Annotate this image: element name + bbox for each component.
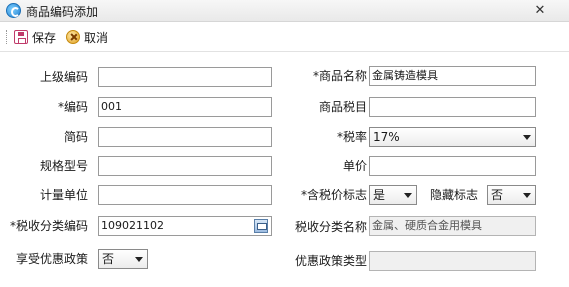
enjoy-preferential-select[interactable]: 否	[98, 249, 148, 269]
spec-model-label: 规格型号	[39, 159, 88, 173]
tax-class-name-field: 金属、硬质合金用模具	[369, 216, 536, 236]
preferential-type-label: 优惠政策类型	[294, 254, 367, 268]
save-icon	[14, 30, 28, 44]
enjoy-preferential-value: 否	[102, 252, 115, 266]
unit-price-input[interactable]	[369, 156, 536, 176]
tax-class-code-value: 109021102	[101, 219, 164, 232]
spec-model-input[interactable]	[98, 156, 272, 176]
toolbar-grip-icon	[6, 30, 8, 44]
tax-class-name-label: 税收分类名称	[294, 220, 367, 234]
chevron-down-icon	[523, 193, 531, 198]
app-logo-icon	[6, 3, 21, 18]
unit-input[interactable]	[98, 185, 272, 205]
toolbar: 保存 取消	[0, 22, 569, 52]
chevron-down-icon	[523, 135, 531, 140]
short-code-label: 简码	[63, 130, 88, 144]
tax-class-picker-icon[interactable]	[254, 219, 268, 233]
hidden-flag-label: 隐藏标志	[430, 188, 479, 202]
tax-class-code-input[interactable]: 109021102	[98, 216, 272, 236]
tax-included-flag-value: 是	[373, 188, 386, 202]
title-bar: 商品编码添加 ✕	[0, 0, 569, 22]
hidden-flag-select[interactable]: 否	[487, 185, 536, 205]
close-button[interactable]: ✕	[525, 1, 555, 19]
save-label: 保存	[32, 30, 57, 45]
cancel-button[interactable]: 取消	[66, 28, 108, 46]
cancel-label: 取消	[84, 30, 109, 45]
save-button[interactable]: 保存	[14, 28, 56, 46]
product-name-input[interactable]: 金属铸造模具	[369, 66, 536, 86]
chevron-down-icon	[404, 193, 412, 198]
tax-included-flag-label: *含税价标志	[300, 188, 367, 202]
code-input[interactable]: 001	[98, 97, 272, 117]
tax-class-code-label: *税收分类编码	[9, 219, 88, 233]
tax-included-flag-select[interactable]: 是	[369, 185, 417, 205]
parent-code-label: 上级编码	[39, 70, 88, 84]
short-code-input[interactable]	[98, 127, 272, 147]
code-label: *编码	[57, 100, 88, 114]
cancel-icon	[66, 30, 80, 44]
parent-code-input[interactable]	[98, 67, 272, 87]
product-tax-item-input[interactable]	[369, 97, 536, 117]
unit-label: 计量单位	[39, 188, 88, 202]
tax-rate-label: *税率	[336, 130, 367, 144]
product-tax-item-label: 商品税目	[318, 100, 367, 114]
chevron-down-icon	[135, 257, 143, 262]
unit-price-label: 单价	[342, 159, 367, 173]
tax-rate-value: 17%	[373, 130, 400, 144]
product-name-label: *商品名称	[312, 69, 367, 83]
tax-rate-select[interactable]: 17%	[369, 127, 536, 147]
hidden-flag-value: 否	[491, 188, 504, 202]
preferential-type-field	[369, 251, 536, 271]
window-title: 商品编码添加	[26, 5, 99, 19]
enjoy-preferential-label: 享受优惠政策	[15, 252, 88, 266]
